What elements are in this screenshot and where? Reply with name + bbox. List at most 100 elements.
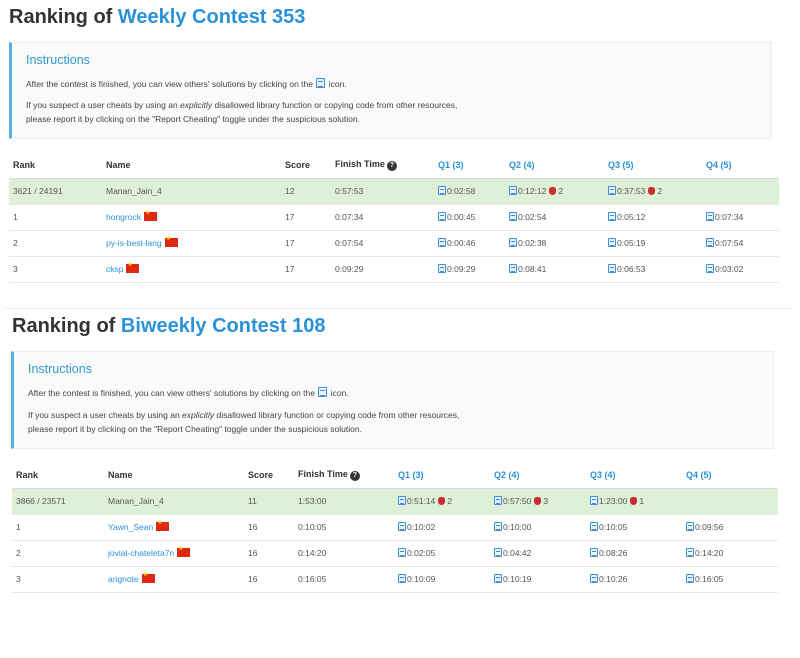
solution-icon[interactable] (438, 264, 446, 273)
bug-icon (630, 497, 638, 505)
table-row: 2jovial-chateleta7n160:14:200:02:050:04:… (12, 540, 778, 567)
header-q3[interactable]: Q3 (4) (586, 462, 682, 489)
solution-icon[interactable] (398, 548, 406, 557)
solution-icon[interactable] (608, 212, 616, 221)
solve-time: 0:09:29 (447, 264, 476, 274)
score-cell: 17 (281, 204, 331, 231)
solution-icon[interactable] (706, 212, 714, 221)
user-link[interactable]: cksp (106, 264, 123, 274)
question-3-cell: 0:10:05 (586, 514, 682, 541)
user-link[interactable]: Yawn_Sean (108, 522, 153, 532)
question-4-cell: 0:16:05 (682, 566, 778, 593)
rank-cell: 3866 / 23571 (12, 488, 104, 515)
solve-time: 0:08:41 (518, 264, 547, 274)
solution-icon[interactable] (608, 186, 616, 195)
solution-icon[interactable] (590, 574, 598, 583)
header-q2[interactable]: Q2 (4) (505, 152, 604, 179)
name-cell: arignote (104, 566, 244, 593)
question-2-cell: 0:12:12 2 (505, 178, 604, 205)
solution-icon[interactable] (438, 212, 446, 221)
solution-icon[interactable] (608, 264, 616, 273)
solution-icon[interactable] (590, 522, 598, 531)
solve-time: 1:23:00 (599, 496, 628, 506)
user-link[interactable]: hongrock (106, 212, 141, 222)
solution-icon[interactable] (509, 212, 517, 221)
solution-icon[interactable] (509, 238, 517, 247)
user-link[interactable]: jovial-chateleta7n (108, 548, 174, 558)
instructions-text: icon. (330, 388, 349, 398)
solution-icon[interactable] (590, 496, 598, 505)
solution-icon[interactable] (494, 522, 502, 531)
help-icon[interactable]: ? (349, 470, 360, 481)
solution-icon[interactable] (398, 496, 406, 505)
question-1-cell: 0:10:09 (394, 566, 490, 593)
title-prefix: Ranking of (12, 315, 116, 337)
wrong-submission-count: 2 (657, 186, 663, 196)
question-2-cell: 0:08:41 (505, 256, 604, 283)
instructions-line-3: please report it by clicking on the "Rep… (28, 424, 362, 434)
solve-time: 0:04:42 (503, 548, 532, 558)
header-q1[interactable]: Q1 (3) (394, 462, 490, 489)
title-prefix: Ranking of (9, 6, 113, 28)
finish-time-cell: 0:09:29 (331, 256, 434, 283)
bug-icon (534, 497, 542, 505)
name-cell: Manan_Jain_4 (102, 178, 281, 205)
question-1-cell: 0:00:45 (434, 204, 505, 231)
instructions-box: Instructions After the contest is finish… (9, 42, 772, 139)
solution-icon[interactable] (608, 238, 616, 247)
solve-time: 0:07:34 (715, 212, 744, 222)
solution-icon[interactable] (509, 264, 517, 273)
header-q3[interactable]: Q3 (5) (604, 152, 702, 179)
solution-icon[interactable] (686, 574, 694, 583)
header-q4[interactable]: Q4 (5) (682, 462, 778, 489)
solution-icon[interactable] (438, 238, 446, 247)
table-row: 3arignote160:16:050:10:090:10:190:10:260… (12, 566, 778, 593)
solution-icon[interactable] (398, 574, 406, 583)
header-score: Score (244, 462, 294, 489)
solve-time: 0:02:58 (447, 186, 476, 196)
score-cell: 16 (244, 514, 294, 541)
instructions-text: After the contest is finished, you can v… (28, 388, 315, 398)
solution-icon[interactable] (398, 522, 406, 531)
solution-icon[interactable] (494, 548, 502, 557)
solve-time: 0:00:46 (447, 238, 476, 248)
question-1-cell: 0:00:46 (434, 230, 505, 257)
solve-time: 0:16:05 (695, 574, 724, 584)
question-4-cell: 0:14:20 (682, 540, 778, 567)
header-q1[interactable]: Q1 (3) (434, 152, 505, 179)
score-cell: 17 (281, 230, 331, 257)
solve-time: 0:09:56 (695, 522, 724, 532)
contest-name-link[interactable]: Weekly Contest 353 (118, 6, 306, 28)
solution-icon[interactable] (494, 496, 502, 505)
solution-icon[interactable] (590, 548, 598, 557)
user-link[interactable]: py-is-best-lang (106, 238, 162, 248)
solve-time: 0:10:26 (599, 574, 628, 584)
header-finish-time-label: Finish Time (335, 158, 385, 169)
header-q2[interactable]: Q2 (4) (490, 462, 586, 489)
name-cell: Manan_Jain_4 (104, 488, 244, 515)
question-4-cell: 0:07:54 (702, 230, 779, 257)
question-2-cell: 0:02:54 (505, 204, 604, 231)
help-icon[interactable]: ? (386, 160, 397, 171)
solution-icon[interactable] (438, 186, 446, 195)
finish-time-cell: 1:53:00 (294, 488, 394, 515)
wrong-submission-count: 2 (558, 186, 564, 196)
question-1-cell: 0:09:29 (434, 256, 505, 283)
solution-icon[interactable] (706, 238, 714, 247)
solution-icon[interactable] (509, 186, 517, 195)
ranking-table: Rank Name Score Finish Time? Q1 (3) Q2 (… (9, 152, 779, 283)
solution-icon[interactable] (494, 574, 502, 583)
solution-icon[interactable] (686, 548, 694, 557)
header-q4[interactable]: Q4 (5) (702, 152, 779, 179)
user-link[interactable]: arignote (108, 574, 139, 584)
contest-name-link[interactable]: Biweekly Contest 108 (121, 315, 326, 337)
china-flag-icon (126, 261, 140, 273)
rank-cell: 1 (9, 204, 102, 231)
name-cell: cksp (102, 256, 281, 283)
instructions-title: Instructions (26, 53, 90, 67)
instructions-title: Instructions (28, 362, 92, 376)
solution-icon[interactable] (706, 264, 714, 273)
solution-icon[interactable] (686, 522, 694, 531)
bug-icon (438, 497, 446, 505)
instructions-line-2: If you suspect a user cheats by using an… (28, 410, 459, 420)
